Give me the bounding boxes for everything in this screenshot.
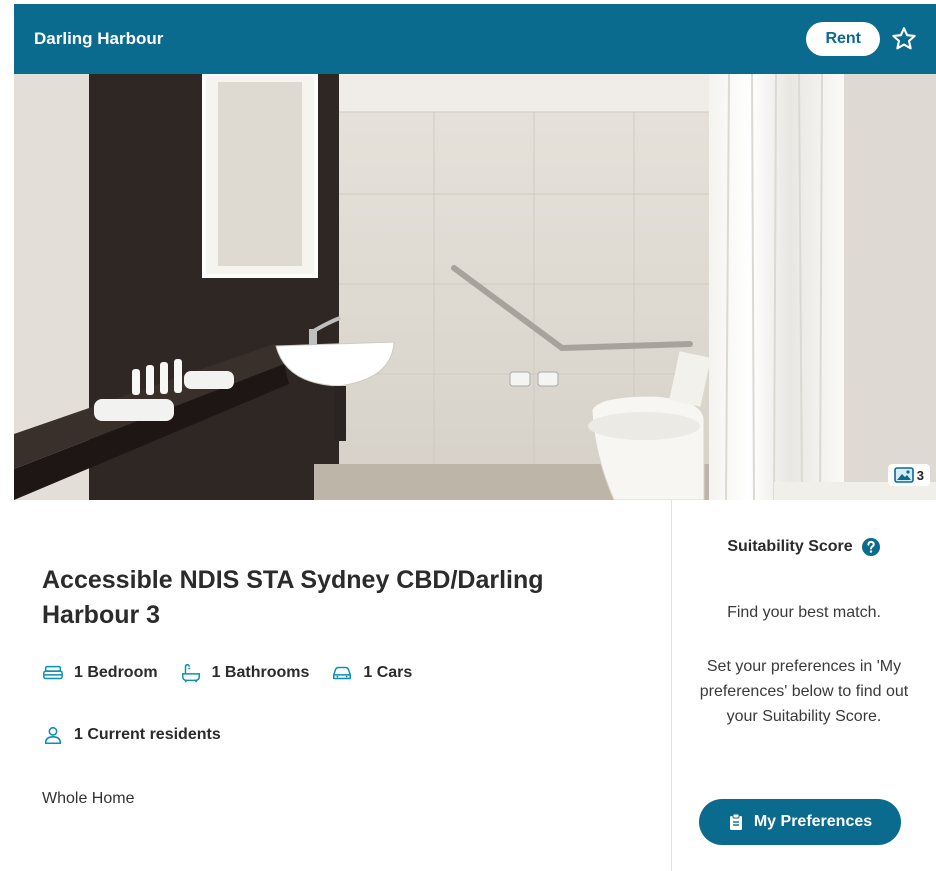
- header-actions: Rent: [806, 22, 918, 56]
- suitability-title: Suitability Score: [727, 538, 853, 555]
- home-type: Whole Home: [42, 790, 135, 807]
- feature-cars: 1 Cars: [331, 662, 412, 684]
- my-preferences-label: My Preferences: [753, 813, 873, 830]
- photo-count-badge[interactable]: 3: [887, 464, 930, 486]
- car-icon: [333, 666, 352, 680]
- feature-bathroom-label: 1 Bathrooms: [211, 664, 310, 681]
- bath-icon: [181, 664, 200, 683]
- listing-card: Darling Harbour Rent 3 Accessible NDIS S…: [14, 0, 936, 871]
- feature-bedroom-label: 1 Bedroom: [74, 664, 158, 681]
- feature-bathroom: 1 Bathrooms: [180, 662, 310, 684]
- suitability-description: Set your preferences in 'My preferences'…: [699, 658, 909, 725]
- current-residents: 1 Current residents: [42, 724, 221, 746]
- current-residents-label: 1 Current residents: [74, 726, 221, 743]
- feature-list: 1 Bedroom 1 Bathrooms 1 Cars: [42, 662, 412, 684]
- suitability-subtitle: Find your best match.: [727, 604, 881, 621]
- feature-cars-label: 1 Cars: [363, 664, 413, 681]
- listing-details: Accessible NDIS STA Sydney CBD/Darling H…: [14, 500, 671, 871]
- image-icon: [893, 467, 914, 483]
- listing-title: Accessible NDIS STA Sydney CBD/Darling H…: [42, 566, 544, 629]
- suitability-panel: Suitability Score Find your best match. …: [672, 500, 936, 871]
- location-title: Darling Harbour: [34, 29, 164, 48]
- my-preferences-button[interactable]: My Preferences: [699, 799, 901, 845]
- person-icon: [44, 726, 62, 745]
- rent-badge: Rent: [806, 22, 880, 56]
- listing-photo[interactable]: 3: [14, 74, 936, 500]
- clipboard-icon: [729, 813, 742, 830]
- photo-count: 3: [916, 467, 924, 483]
- listing-header: Darling Harbour Rent: [14, 4, 936, 74]
- bed-icon: [43, 665, 63, 680]
- question-circle-icon[interactable]: [861, 537, 881, 557]
- feature-bedroom: 1 Bedroom: [42, 662, 158, 684]
- suitability-heading: Suitability Score: [672, 537, 936, 557]
- bathroom-photo: [14, 74, 936, 500]
- star-outline-icon[interactable]: [890, 25, 918, 53]
